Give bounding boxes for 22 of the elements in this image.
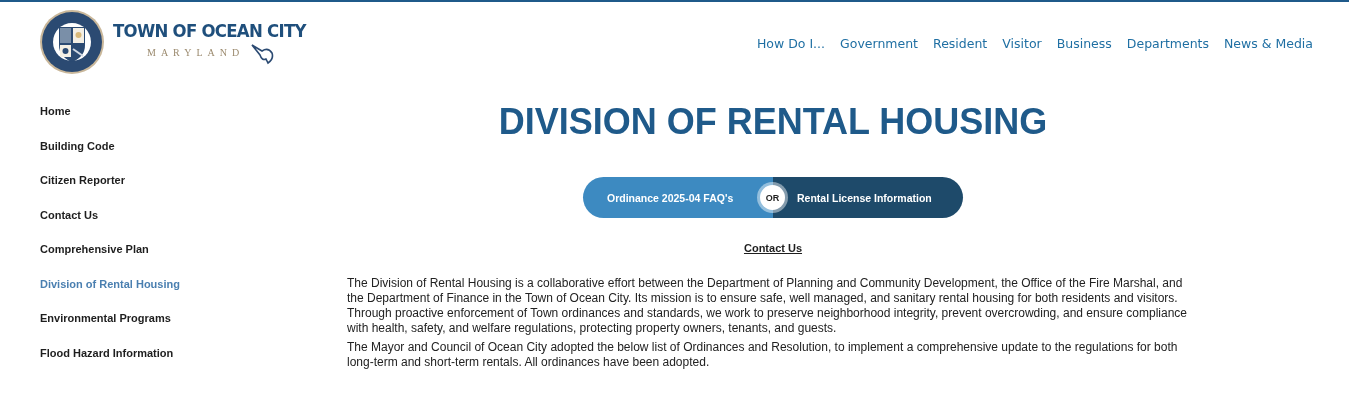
nav-link[interactable]: News & Media (1224, 36, 1313, 51)
sidebar-link[interactable]: Contact Us (40, 207, 99, 223)
contact-link[interactable]: Contact Us (743, 242, 803, 254)
nav-link[interactable]: How Do I... (756, 36, 826, 51)
nav-link[interactable]: Resident (933, 36, 988, 51)
sidebar-link[interactable]: Home (40, 104, 71, 120)
sidebar-link[interactable]: Environmental Programs (40, 311, 171, 327)
nav-link[interactable]: Government (840, 36, 918, 51)
body-paragraph: The Division of Rental Housing is a collaborative effort between the Department of Planning and Community Development, the Office of the Fire Marshal, and the Department of Finance in the Town of Ocean City. Its mission is to ensure safe, well managed, and sanitary rental housing for both residents and visitors. Through proactive enforcement of Town ordinances and standards, we work to preserve neighborhood integrity, prevent overcrowding, and ensure compliance with health, safety, and welfare regulations, protecting property owners, tenants, and guests. (347, 276, 1189, 336)
logo-title: TOWN OF OCEAN CITY (113, 19, 306, 41)
nav-link[interactable]: Departments (1126, 36, 1209, 51)
sidebar-link[interactable]: Flood Hazard Information (40, 345, 174, 361)
body-paragraph: The Mayor and Council of Ocean City adopted the below list of Ordinances and Resolution, to implement a comprehensive update to the regulations for both long-term and short-term rentals. All ordinances have been adopted. (347, 340, 1179, 370)
nav-link[interactable]: Business (1056, 36, 1112, 51)
sidebar-link[interactable]: Building Code (40, 138, 115, 154)
page-title: DIVISION OF RENTAL HOUSING (498, 101, 1048, 143)
logo-subtitle: MARYLAND (147, 47, 245, 58)
sidebar-link[interactable]: Comprehensive Plan (40, 242, 149, 258)
sidebar-link[interactable]: Citizen Reporter (40, 173, 125, 189)
nav-link[interactable]: Visitor (1002, 36, 1042, 51)
seal-drawing (39, 9, 105, 75)
sidebar-link[interactable]: Division of Rental Housing (40, 276, 180, 292)
